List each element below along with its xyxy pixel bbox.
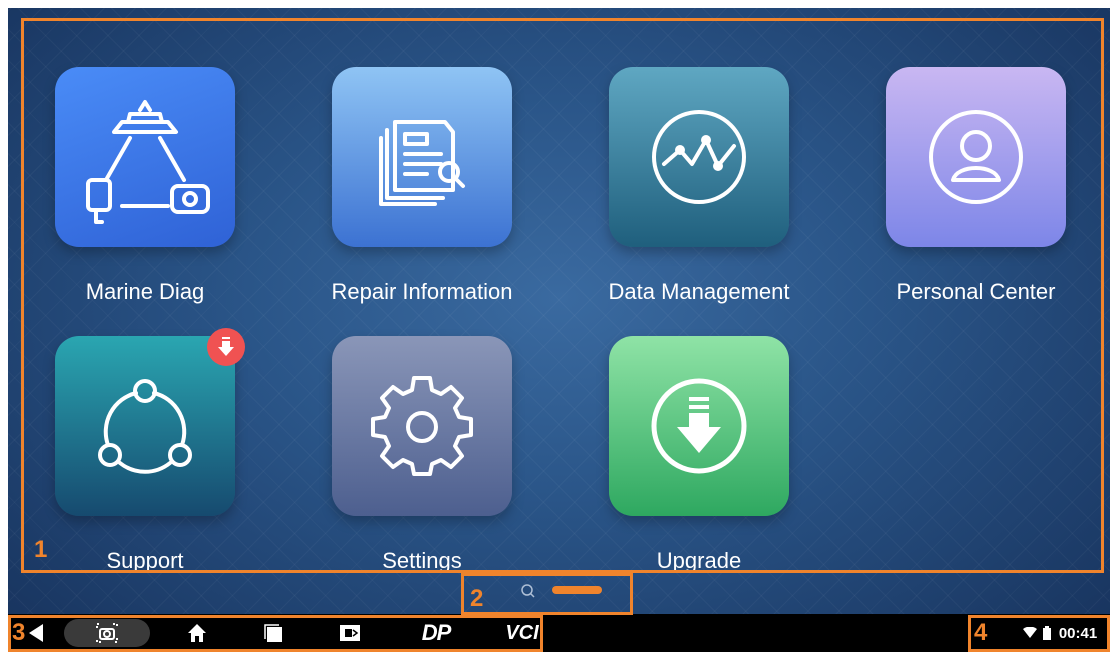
callout-box-1 bbox=[21, 18, 1104, 573]
callout-box-3 bbox=[8, 615, 543, 652]
callout-number-1: 1 bbox=[34, 536, 48, 563]
callout-box-4 bbox=[968, 615, 1110, 652]
callout-number-3: 3 bbox=[12, 619, 26, 646]
callout-number-2: 2 bbox=[470, 585, 484, 612]
callout-box-2 bbox=[461, 573, 633, 615]
callout-number-4: 4 bbox=[974, 619, 988, 646]
home-screen: Marine Diag Repair Information Data Mana… bbox=[8, 8, 1110, 652]
